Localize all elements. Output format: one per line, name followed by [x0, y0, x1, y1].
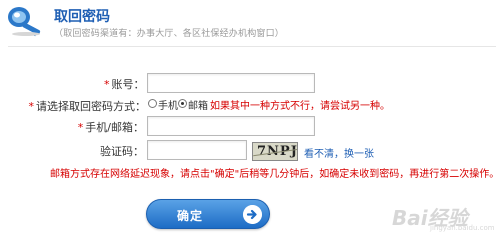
- captcha-label: 验证码：: [100, 145, 144, 158]
- radio-phone[interactable]: [148, 99, 157, 108]
- method-label: * 请选择取回密码方式：: [28, 100, 147, 113]
- radio-email[interactable]: [178, 99, 187, 108]
- captcha-input[interactable]: [147, 140, 247, 160]
- page-header: 取回密码 （取回密码渠道有：办事大厅、各区社保经办机构窗口）: [0, 0, 500, 44]
- header-divider: [8, 46, 496, 47]
- page-subtitle: （取回密码渠道有：办事大厅、各区社保经办机构窗口）: [54, 29, 285, 39]
- radio-phone-label[interactable]: 手机: [158, 97, 178, 112]
- confirm-button[interactable]: 确定: [146, 199, 270, 229]
- confirm-button-label: 确定: [177, 209, 204, 223]
- key-icon: [8, 7, 41, 37]
- required-mark: *: [104, 78, 110, 91]
- captcha-refresh-link[interactable]: 看不清，换一张: [304, 145, 374, 160]
- email-delay-notice: 邮箱方式存在网络延迟现象，请点击"确定"后稍等几分钟后，如确定未收到密码，再进行…: [50, 169, 500, 180]
- page-title: 取回密码: [54, 9, 110, 25]
- contact-label: * 手机/邮箱：: [77, 121, 144, 134]
- captcha-image[interactable]: 7NPJ: [252, 142, 298, 161]
- account-label: * 账号：: [104, 78, 145, 91]
- required-mark: *: [77, 121, 84, 134]
- method-hint: 如果其中一种方式不行，请尝试另一种。: [210, 101, 390, 112]
- radio-email-label[interactable]: 邮箱: [188, 97, 208, 112]
- required-mark: *: [28, 100, 35, 113]
- watermark-sub: jingyan.baidu.com: [430, 224, 495, 232]
- account-input[interactable]: [147, 73, 315, 93]
- contact-input[interactable]: [147, 116, 315, 136]
- baidu-watermark: Bai经验 jingyan.baidu.com: [392, 200, 498, 232]
- arrow-right-icon: [243, 205, 262, 224]
